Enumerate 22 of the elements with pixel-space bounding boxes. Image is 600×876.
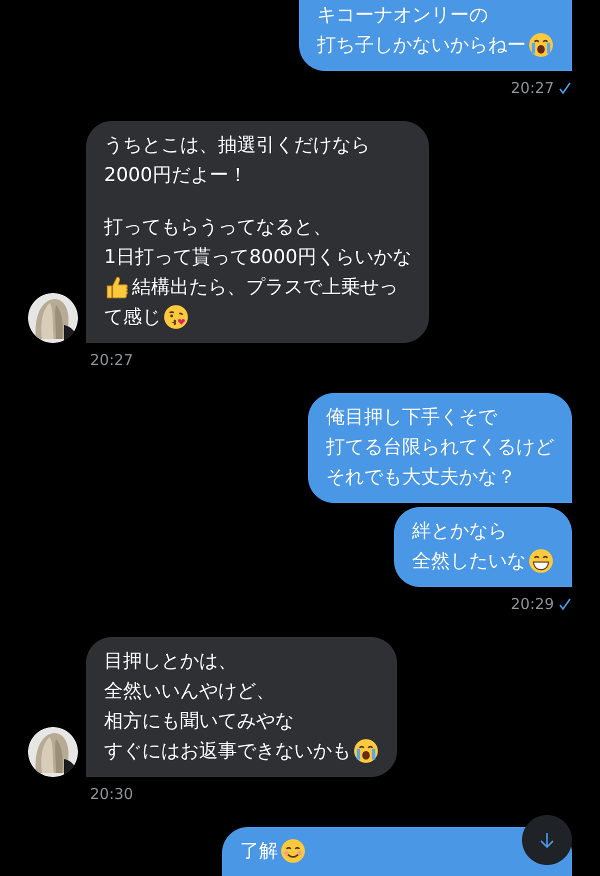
message-text: 打ってもらうってなると、: [104, 218, 332, 236]
timestamp: 20:27: [90, 351, 134, 369]
message-text: 全然したいな: [412, 552, 526, 570]
message-text: 打てる台限られてくるけど: [326, 438, 554, 456]
message-text: 1日打って貰って8000円くらいかな: [104, 248, 412, 266]
message-text: て感じ: [104, 308, 161, 326]
message-text: 全然いいんやけど、: [104, 682, 275, 700]
timestamp: 20:27: [510, 79, 554, 97]
message-text: うちとこは、抽選引くだけなら: [104, 136, 370, 154]
message-text: それでも大丈夫かな？: [326, 468, 516, 486]
message-text: 俺目押し下手くそで: [326, 408, 497, 426]
message-text: 相方にも聞いてみやな: [104, 712, 294, 730]
message-text: 絆とかなら: [412, 522, 507, 540]
message-text: 2000円だよー！: [104, 166, 248, 184]
timestamp: 20:29: [510, 595, 554, 613]
timestamp: 20:30: [90, 785, 134, 803]
message-text: 打ち子しかないからねー: [317, 36, 526, 54]
message-text: 目押しとかは、: [104, 652, 237, 670]
message-text: 結構出たら、プラスで上乗せっ: [132, 278, 398, 296]
message-text: すぐにはお返事できないかも: [104, 742, 351, 760]
message-text: キコーナオンリーの: [317, 6, 488, 24]
message-text: 了解: [240, 842, 278, 860]
